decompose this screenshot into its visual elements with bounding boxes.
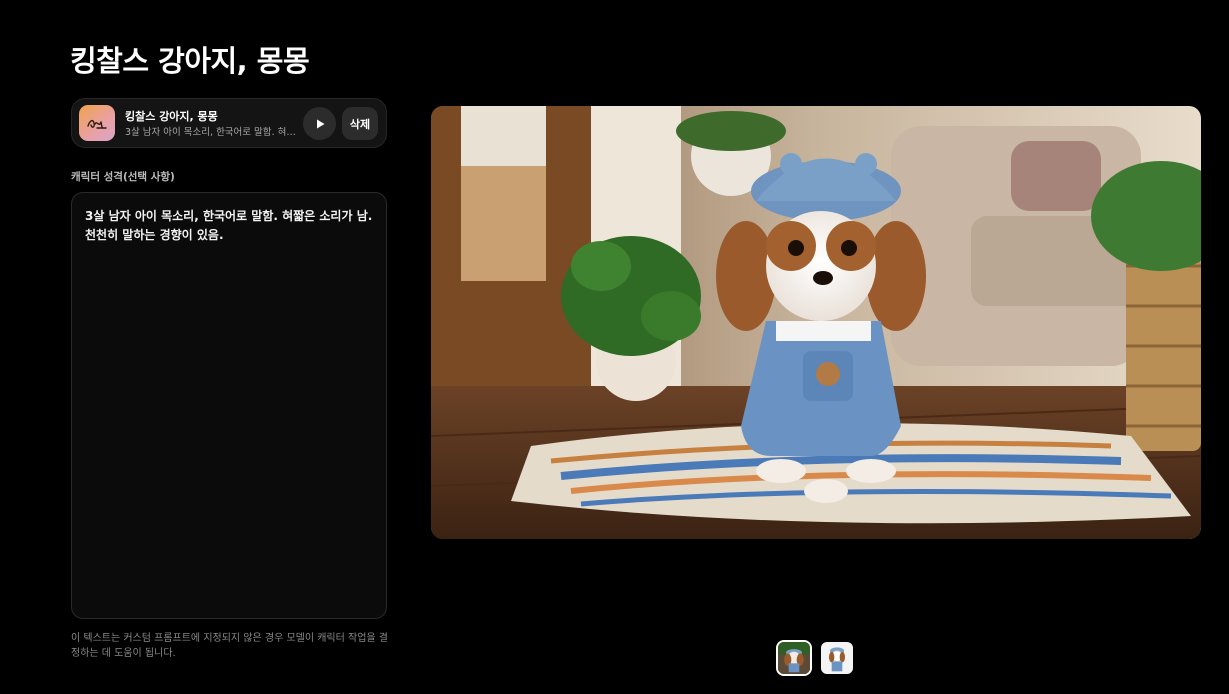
gallery-thumbnail[interactable] xyxy=(776,640,812,676)
play-icon xyxy=(316,119,324,128)
main-character-image xyxy=(431,106,1201,539)
signature-logo-icon xyxy=(79,105,115,141)
delete-button[interactable]: 삭제 xyxy=(342,107,378,140)
gallery-thumbnail[interactable] xyxy=(819,640,855,676)
persona-help-text: 이 텍스트는 커스텀 프롬프트에 지정되지 않은 경우 모델이 캐릭터 작업을 … xyxy=(71,633,388,659)
page-title: 킹찰스 강아지, 몽몽 xyxy=(70,44,310,78)
persona-label: 캐릭터 성격(선택 사항) xyxy=(71,171,175,183)
persona-textarea[interactable]: 3살 남자 아이 목소리, 한국어로 말함. 혀짧은 소리가 남. 천천히 말하… xyxy=(71,192,387,619)
voice-card: 킹찰스 강아지, 몽몽 3살 남자 아이 목소리, 한국어로 말함. 혀짧은 소… xyxy=(71,98,387,148)
voice-name: 킹찰스 강아지, 몽몽 xyxy=(125,110,218,123)
persona-text: 3살 남자 아이 목소리, 한국어로 말함. 혀짧은 소리가 남. 천천히 말하… xyxy=(85,209,373,242)
voice-description: 3살 남자 아이 목소리, 한국어로 말함. 혀짧은 소리가 남. 천천히 말하… xyxy=(125,127,297,138)
play-button[interactable] xyxy=(303,107,336,140)
